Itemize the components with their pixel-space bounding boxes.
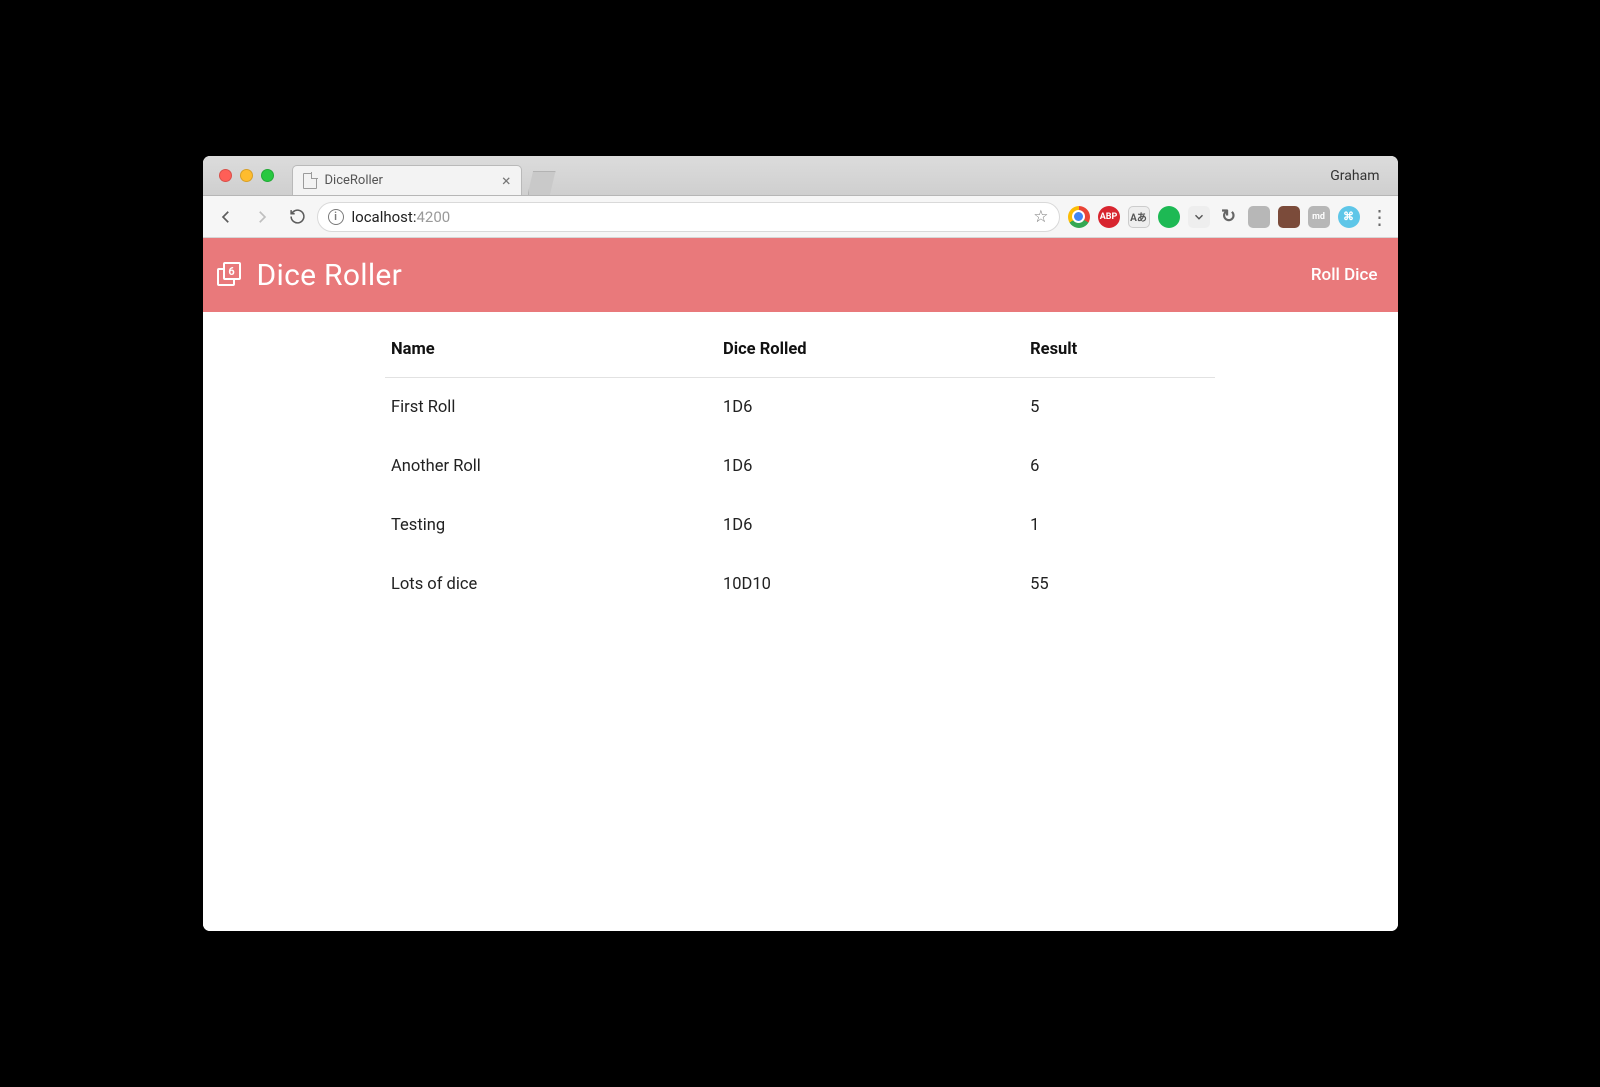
window-minimize-button[interactable]	[240, 169, 253, 182]
tab-strip: DiceRoller × Graham	[203, 156, 1398, 196]
forward-button[interactable]	[245, 202, 279, 232]
page-favicon-icon	[303, 173, 317, 189]
cell-name: Another Roll	[385, 437, 717, 496]
extension-sync-icon[interactable]: ↻	[1218, 206, 1240, 228]
browser-toolbar: i localhost:4200 ☆ ABP Aあ ↻ md ⌘ ⋮	[203, 196, 1398, 238]
cell-name: Lots of dice	[385, 555, 717, 614]
app-logo-icon: 6	[217, 262, 243, 288]
cell-result: 6	[1024, 437, 1215, 496]
cell-dice: 1D6	[717, 496, 1024, 555]
cell-dice: 1D6	[717, 437, 1024, 496]
app-logo-glyph: 6	[228, 265, 234, 278]
window-close-button[interactable]	[219, 169, 232, 182]
extension-pocket-icon[interactable]	[1188, 206, 1210, 228]
cell-dice: 1D6	[717, 378, 1024, 438]
back-button[interactable]	[209, 202, 243, 232]
cell-name: First Roll	[385, 378, 717, 438]
table-row: Lots of dice10D1055	[385, 555, 1215, 614]
column-header-dice: Dice Rolled	[717, 330, 1024, 378]
app-title: Dice Roller	[257, 258, 403, 293]
extension-chrome-icon[interactable]	[1068, 206, 1090, 228]
rolls-table: Name Dice Rolled Result First Roll1D65An…	[385, 330, 1215, 614]
site-info-icon[interactable]: i	[328, 209, 344, 225]
column-header-result: Result	[1024, 330, 1215, 378]
table-row: First Roll1D65	[385, 378, 1215, 438]
url-port: 4200	[416, 208, 450, 226]
cell-result: 1	[1024, 496, 1215, 555]
roll-dice-link[interactable]: Roll Dice	[1311, 265, 1384, 285]
extension-command-icon[interactable]: ⌘	[1338, 206, 1360, 228]
extension-adblock-icon[interactable]: ABP	[1098, 206, 1120, 228]
new-tab-button[interactable]	[528, 171, 556, 195]
browser-menu-button[interactable]: ⋮	[1368, 205, 1392, 229]
extension-grey-icon[interactable]	[1248, 206, 1270, 228]
extension-md-icon[interactable]: md	[1308, 206, 1330, 228]
main-content: Name Dice Rolled Result First Roll1D65An…	[203, 312, 1398, 931]
tab-close-button[interactable]: ×	[502, 173, 511, 189]
tab-title: DiceRoller	[325, 173, 383, 188]
address-bar[interactable]: i localhost:4200 ☆	[317, 202, 1060, 232]
extension-green-icon[interactable]	[1158, 206, 1180, 228]
window-controls	[213, 156, 292, 195]
extension-mask-icon[interactable]	[1278, 206, 1300, 228]
browser-tab[interactable]: DiceRoller ×	[292, 165, 522, 195]
profile-name[interactable]: Graham	[1312, 156, 1397, 195]
browser-window: DiceRoller × Graham i localhost:4200 ☆ A…	[203, 156, 1398, 931]
cell-dice: 10D10	[717, 555, 1024, 614]
table-row: Testing1D61	[385, 496, 1215, 555]
cell-result: 55	[1024, 555, 1215, 614]
table-row: Another Roll1D66	[385, 437, 1215, 496]
app-header: 6 Dice Roller Roll Dice	[203, 238, 1398, 312]
cell-result: 5	[1024, 378, 1215, 438]
extensions: ABP Aあ ↻ md ⌘	[1062, 206, 1366, 228]
cell-name: Testing	[385, 496, 717, 555]
reload-button[interactable]	[281, 202, 315, 232]
column-header-name: Name	[385, 330, 717, 378]
bookmark-star-icon[interactable]: ☆	[1033, 207, 1048, 227]
url-host: localhost:	[352, 208, 417, 226]
window-zoom-button[interactable]	[261, 169, 274, 182]
extension-translate-icon[interactable]: Aあ	[1128, 206, 1150, 228]
